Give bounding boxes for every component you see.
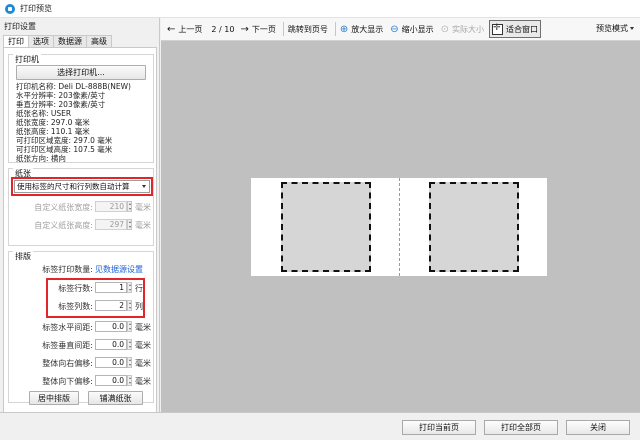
preview-toolbar: ← 上一页 2 / 10 → 下一页 跳转到页号 ⊕ 放大显示 ⊖ 缩小显示 ⊙… [161, 18, 640, 41]
page-total: 10 [224, 24, 235, 34]
chevron-down-icon [630, 27, 634, 30]
layout-group: 排版 标签打印数量: 见数据源设置 标签行数: 1 行 标签列数: 2 列 标签… [8, 251, 154, 405]
fit-window-button[interactable]: 适合窗口 [489, 20, 542, 38]
footer-bar: 打印当前页 打印全部页 关闭 [0, 412, 640, 440]
arrow-left-icon: ← [167, 23, 176, 35]
app-icon [5, 3, 15, 14]
down-offset-unit: 毫米 [135, 377, 151, 386]
paper-width-info: 纸张宽度: 297.0 毫米 [16, 118, 90, 127]
label-cols-label: 标签列数: [58, 302, 93, 311]
close-button[interactable]: 关闭 [566, 420, 630, 435]
custom-height-stepper[interactable] [127, 219, 132, 230]
printer-group-title: 打印机 [13, 54, 41, 65]
layout-group-title: 排版 [13, 251, 33, 262]
custom-width-stepper[interactable] [127, 201, 132, 212]
custom-width-unit: 毫米 [135, 203, 151, 212]
down-offset-label: 整体向下偏移: [42, 377, 93, 386]
datasource-settings-link[interactable]: 见数据源设置 [95, 264, 143, 275]
v-gap-unit: 毫米 [135, 341, 151, 350]
print-count-label: 标签打印数量: [42, 265, 93, 274]
printer-name-info: 打印机名称: Deli DL-888B(NEW) [16, 82, 131, 91]
paper-preview [251, 178, 547, 276]
chevron-down-icon [142, 185, 146, 188]
paper-height-info: 纸张高度: 110.1 毫米 [16, 127, 90, 136]
title-bar: 打印预览 [0, 0, 640, 18]
custom-height-unit: 毫米 [135, 221, 151, 230]
sidebar-heading: 打印设置 [4, 22, 36, 31]
right-offset-label: 整体向右偏移: [42, 359, 93, 368]
label-cols-unit: 列 [135, 302, 143, 311]
page-indicator: 2 / 10 [211, 25, 234, 34]
zoom-in-button[interactable]: ⊕ 放大显示 [338, 20, 385, 38]
print-all-button[interactable]: 打印全部页 [484, 420, 558, 435]
right-offset-field[interactable]: 0.0 [95, 357, 127, 368]
label-rows-field[interactable]: 1 [95, 282, 127, 293]
printer-group: 打印机 选择打印机... 打印机名称: Deli DL-888B(NEW) 水平… [8, 54, 154, 163]
h-resolution-info: 水平分辨率: 203像素/英寸 [16, 91, 106, 100]
v-gap-stepper[interactable] [127, 339, 132, 350]
down-offset-field[interactable]: 0.0 [95, 375, 127, 386]
center-layout-button[interactable]: 居中排版 [29, 391, 79, 405]
h-gap-label: 标签水平间距: [42, 323, 93, 332]
print-tab-panel: 打印机 选择打印机... 打印机名称: Deli DL-888B(NEW) 水平… [3, 47, 157, 424]
custom-width-label: 自定义纸张宽度: [34, 203, 93, 212]
right-offset-stepper[interactable] [127, 357, 132, 368]
custom-height-label: 自定义纸张高度: [34, 221, 93, 230]
window-title: 打印预览 [20, 4, 52, 13]
preview-canvas [161, 41, 640, 412]
zoom-out-button[interactable]: ⊖ 缩小显示 [388, 20, 435, 38]
print-current-button[interactable]: 打印当前页 [402, 420, 476, 435]
h-gap-field[interactable]: 0.0 [95, 321, 127, 332]
right-offset-unit: 毫米 [135, 359, 151, 368]
label-preview-2 [429, 182, 519, 272]
fill-paper-button[interactable]: 铺满纸张 [88, 391, 143, 405]
h-gap-unit: 毫米 [135, 323, 151, 332]
settings-sidebar: 打印设置 打印 选项 数据源 高级 打印机 选择打印机... 打印机名称: De… [0, 18, 160, 424]
custom-width-field[interactable]: 210 [95, 201, 127, 212]
paper-mode-select[interactable]: 使用标签的尺寸和行列数自动计算 [14, 180, 150, 193]
v-gap-field[interactable]: 0.0 [95, 339, 127, 350]
label-preview-1 [281, 182, 371, 272]
page-current: 2 [211, 24, 217, 34]
select-printer-button[interactable]: 选择打印机... [16, 65, 146, 80]
zoom-in-icon: ⊕ [339, 23, 349, 35]
next-page-button[interactable]: → 下一页 [238, 20, 277, 38]
paper-mode-value: 使用标签的尺寸和行列数自动计算 [17, 182, 130, 191]
goto-page-button[interactable]: 跳转到页号 [286, 20, 330, 38]
toolbar-divider [334, 22, 336, 36]
custom-height-field[interactable]: 297 [95, 219, 127, 230]
h-gap-stepper[interactable] [127, 321, 132, 332]
label-cols-stepper[interactable] [127, 300, 132, 311]
page-separator: / [219, 24, 222, 34]
v-resolution-info: 垂直分辨率: 203像素/英寸 [16, 100, 106, 109]
paper-name-info: 纸张名称: USER [16, 109, 72, 118]
fit-window-icon [492, 23, 504, 35]
printable-width-info: 可打印区域宽度: 297.0 毫米 [16, 136, 113, 145]
label-rows-label: 标签行数: [58, 284, 93, 293]
label-rows-unit: 行 [135, 284, 143, 293]
label-rows-stepper[interactable] [127, 282, 132, 293]
label-cols-field[interactable]: 2 [95, 300, 127, 311]
toolbar-divider [282, 22, 284, 36]
down-offset-stepper[interactable] [127, 375, 132, 386]
label-divider [399, 178, 400, 276]
magnifier-icon: ⊙ [440, 23, 450, 35]
preview-mode-select[interactable]: 预览模式 [596, 23, 634, 34]
v-gap-label: 标签垂直间距: [42, 341, 93, 350]
printable-height-info: 可打印区域高度: 107.5 毫米 [16, 145, 113, 154]
arrow-right-icon: → [240, 23, 249, 35]
prev-page-button[interactable]: ← 上一页 [165, 20, 204, 38]
zoom-out-icon: ⊖ [390, 23, 399, 35]
actual-size-button[interactable]: ⊙ 实际大小 [439, 20, 486, 38]
paper-group: 纸张 使用标签的尺寸和行列数自动计算 自定义纸张宽度: 210 毫米 自定义纸张… [8, 168, 154, 246]
orientation-info: 纸张方向: 横向 [16, 154, 66, 163]
